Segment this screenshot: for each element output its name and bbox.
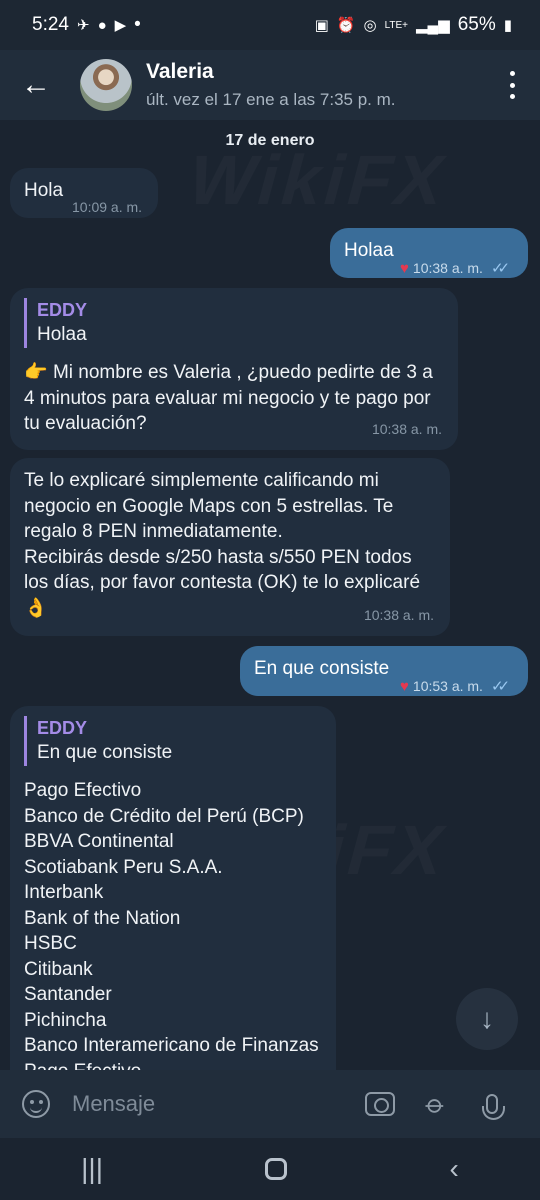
scroll-down-button[interactable]: ↓ xyxy=(456,988,518,1050)
reply-quote[interactable]: EDDY Holaa xyxy=(24,298,444,348)
bank-list-item: Citibank xyxy=(24,958,93,980)
reply-author: EDDY xyxy=(37,718,88,738)
nav-back-icon[interactable]: ‹ xyxy=(450,1153,459,1185)
more-menu-icon[interactable] xyxy=(502,68,522,102)
message-text: En que consiste xyxy=(254,658,390,679)
back-arrow-icon[interactable]: ← xyxy=(0,50,72,120)
watermark: WikiFX xyxy=(179,140,457,220)
telegram-icon: ✈ xyxy=(76,17,90,34)
emoji-button[interactable] xyxy=(0,1090,72,1118)
battery-level: 65% xyxy=(457,14,496,35)
camera-button[interactable] xyxy=(352,1092,408,1116)
sim-icon: ▣ xyxy=(314,17,329,34)
smiley-icon xyxy=(22,1090,50,1118)
youtube-icon: ▶ xyxy=(114,17,127,34)
avatar[interactable] xyxy=(80,59,132,111)
battery-icon: ▮ xyxy=(503,17,512,34)
message-meta: ♥ 10:53 a. m. ✓✓ xyxy=(400,674,510,700)
bank-list-item: Scotiabank Peru S.A.A. xyxy=(24,856,223,878)
hotspot-icon: ◎ xyxy=(363,17,377,34)
message-bubble-incoming[interactable]: EDDY En que consiste Pago Efectivo Banco… xyxy=(10,706,336,1070)
status-dot: • xyxy=(134,14,141,35)
bank-list-item: Pichincha xyxy=(24,1009,107,1031)
message-text: Hola xyxy=(24,180,64,201)
message-line: regalo 8 PEN inmediatamente. xyxy=(24,521,283,542)
bank-list-item: Pago Efectivo xyxy=(24,780,142,801)
contact-info[interactable]: Valeria últ. vez el 17 ene a las 7:35 p.… xyxy=(146,60,395,110)
reply-text: Holaa xyxy=(37,324,87,345)
bank-list-item: Bank of the Nation xyxy=(24,907,181,929)
message-time: 10:38 a. m. xyxy=(363,606,434,623)
message-line: Recibirás desde s/250 hasta s/550 PEN to… xyxy=(24,546,412,568)
message-line: Te lo explicaré simplemente calificando … xyxy=(24,470,379,491)
date-chip: 17 de enero xyxy=(225,132,315,149)
bank-list-item: BBVA Continental xyxy=(24,831,174,852)
pointing-hand-emoji: 👉 xyxy=(24,362,48,383)
bank-list-item: Banco Interamericano de Finanzas xyxy=(24,1035,319,1056)
message-bubble-incoming[interactable]: Hola 10:09 a. m. xyxy=(10,168,158,218)
bank-list-item: Banco de Crédito del Perú (BCP) xyxy=(24,805,304,827)
message-text: Holaa xyxy=(344,240,394,261)
message-composer: ⌀ xyxy=(0,1070,540,1138)
heart-reaction-icon: ♥ xyxy=(400,260,409,277)
message-bubble-outgoing[interactable]: Holaa ♥ 10:38 a. m. ✓✓ xyxy=(330,228,528,278)
arrow-down-icon: ↓ xyxy=(480,1003,494,1034)
alarm-icon: ⏰ xyxy=(336,17,356,34)
bank-list-item: Santander xyxy=(24,984,112,1005)
message-time: 10:38 a. m. xyxy=(371,420,442,437)
home-icon[interactable] xyxy=(265,1158,288,1180)
status-time: 5:24 xyxy=(32,14,69,35)
lte-signal-icon: ▂▄▆ xyxy=(416,17,450,34)
voice-message-button[interactable] xyxy=(464,1094,520,1120)
reply-text: En que consiste xyxy=(37,742,173,763)
last-seen-status: últ. vez el 17 ene a las 7:35 p. m. xyxy=(146,90,396,109)
status-bar: 5:24 ✈ ● ▶ • ▣ ⏰ ◎ LTE+ ▂▄▆ 65% ▮ xyxy=(0,0,540,50)
contact-name: Valeria xyxy=(146,60,214,83)
message-bubble-outgoing[interactable]: En que consiste ♥ 10:53 a. m. ✓✓ xyxy=(240,646,528,696)
reply-author: EDDY xyxy=(37,300,88,320)
user-icon: ● xyxy=(97,16,107,34)
double-check-icon: ✓✓ xyxy=(490,678,510,695)
bank-list-item: Interbank xyxy=(24,882,104,903)
network-label: LTE+ xyxy=(384,19,408,31)
double-check-icon: ✓✓ xyxy=(490,260,510,277)
message-time: 10:38 a. m. xyxy=(412,260,483,276)
message-input[interactable] xyxy=(72,1091,352,1117)
chat-area[interactable]: WikiFX WikiFX WikiFX 17 de enero Hola 10… xyxy=(0,120,540,1070)
heart-reaction-icon: ♥ xyxy=(400,678,409,695)
message-time: 10:53 a. m. xyxy=(412,678,483,694)
attach-button[interactable]: ⌀ xyxy=(408,1087,464,1120)
message-line: negocio en Google Maps con 5 estrellas. … xyxy=(24,495,394,517)
message-bubble-incoming[interactable]: Te lo explicaré simplemente calificando … xyxy=(10,458,450,636)
bank-list-item: HSBC xyxy=(24,933,77,954)
message-bubble-incoming[interactable]: EDDY Holaa 👉 Mi nombre es Valeria , ¿pue… xyxy=(10,288,458,450)
message-meta: ♥ 10:38 a. m. ✓✓ xyxy=(400,256,510,282)
paperclip-icon: ⌀ xyxy=(420,1087,453,1120)
camera-icon xyxy=(365,1092,395,1116)
reply-quote[interactable]: EDDY En que consiste xyxy=(24,716,322,766)
chat-header: ← Valeria últ. vez el 17 ene a las 7:35 … xyxy=(0,50,540,120)
system-navigation-bar: ||| ‹ xyxy=(0,1138,540,1200)
microphone-icon xyxy=(482,1094,505,1120)
recents-icon[interactable]: ||| xyxy=(81,1153,103,1185)
message-line: los días, por favor contesta (OK) te lo … xyxy=(24,572,421,593)
message-time: 10:09 a. m. xyxy=(72,199,143,215)
bank-list-item: Pago Efectivo xyxy=(24,1059,322,1071)
